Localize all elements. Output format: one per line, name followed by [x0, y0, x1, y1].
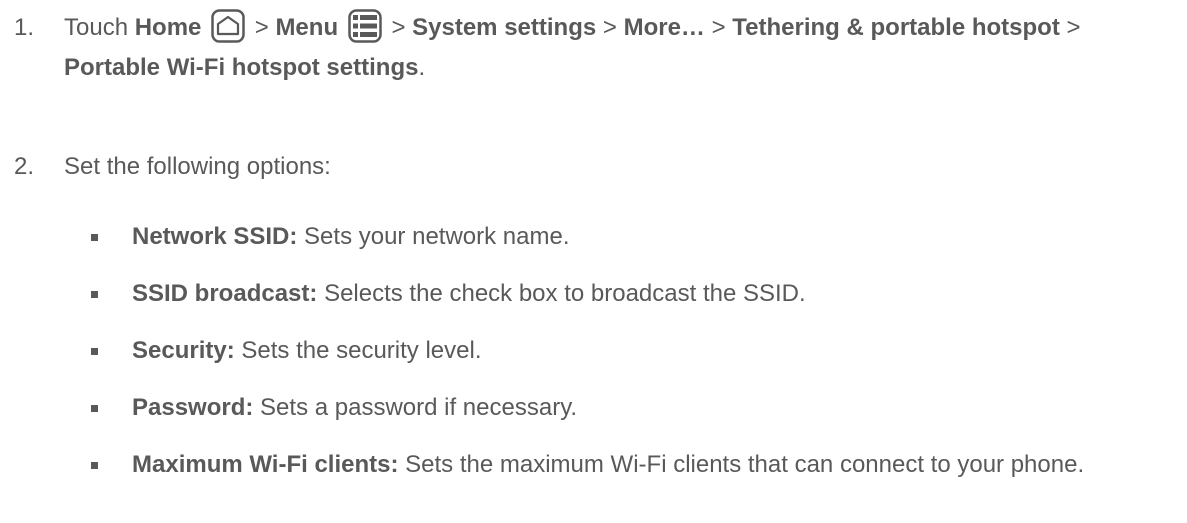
menu-icon — [348, 9, 382, 43]
bullet-marker — [91, 462, 98, 469]
option-term: SSID broadcast: — [132, 280, 318, 307]
option-description: Sets the security level. — [241, 337, 482, 364]
step-number: 2. — [14, 153, 35, 180]
home-label: Home — [134, 14, 202, 41]
step-text: Set the following options: — [64, 153, 331, 180]
bullet-marker — [91, 348, 98, 355]
separator: > — [254, 14, 269, 41]
option-description: Sets a password if necessary. — [260, 394, 578, 421]
option-description: Sets the maximum Wi-Fi clients that can … — [405, 451, 1085, 478]
separator: > — [1066, 14, 1081, 41]
menu-label: Menu — [275, 14, 339, 41]
option-term: Network SSID: — [132, 223, 298, 250]
bullet-marker — [91, 234, 98, 241]
bullet-marker — [91, 291, 98, 298]
more-label: More… — [623, 14, 705, 41]
separator: > — [391, 14, 406, 41]
tethering-label: Tethering & portable hotspot — [732, 14, 1060, 41]
option-term: Security: — [132, 337, 235, 364]
touch-word: Touch — [64, 14, 129, 41]
system-settings-label: System settings — [412, 14, 597, 41]
step-number: 1. — [14, 14, 35, 41]
option-description: Selects the check box to broadcast the S… — [324, 280, 806, 307]
option-description: Sets your network name. — [304, 223, 570, 250]
home-icon — [211, 9, 245, 43]
option-term: Password: — [132, 394, 254, 421]
instructions-document: 1. Touch Home > Menu > System settings > — [0, 0, 1187, 523]
separator: > — [711, 14, 726, 41]
option-term: Maximum Wi-Fi clients: — [132, 451, 399, 478]
period: . — [418, 54, 426, 81]
step-text: Touch Home > Menu > System settings > Mo… — [64, 8, 1174, 88]
bullet-marker — [91, 405, 98, 412]
separator: > — [602, 14, 617, 41]
hotspot-settings-label: Portable Wi-Fi hotspot settings — [64, 54, 419, 81]
